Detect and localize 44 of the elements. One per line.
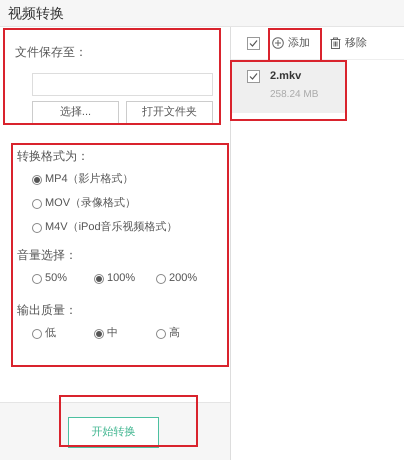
option-label: 200% — [169, 271, 198, 286]
radio-option[interactable]: 高 — [156, 325, 218, 342]
radio-option[interactable]: MP4（影片格式） — [32, 171, 230, 188]
radio-button[interactable] — [32, 222, 42, 232]
option-label: MP4（影片格式） — [45, 172, 134, 188]
option-label: M4V（iPod音乐视频格式） — [45, 220, 178, 236]
radio-button[interactable] — [32, 328, 42, 338]
button[interactable]: 选择... — [32, 101, 119, 124]
option-label: 高 — [169, 326, 180, 342]
add-button[interactable]: 添加 — [272, 34, 310, 52]
path-field[interactable] — [32, 73, 213, 96]
option-label: 100% — [107, 271, 136, 286]
option-label: 低 — [45, 326, 56, 342]
radio-option[interactable]: M4V（iPod音乐视频格式） — [32, 219, 230, 236]
plus-icon — [272, 37, 284, 49]
option-label: 中 — [107, 326, 118, 342]
radio-option[interactable]: MOV（录像格式） — [32, 195, 230, 212]
radio-option[interactable]: 低 — [32, 325, 94, 342]
radio-option[interactable]: 100% — [94, 270, 156, 287]
field-label: 文件保存至： — [15, 44, 88, 61]
radio-option[interactable]: 中 — [94, 325, 156, 342]
group-label: 转换格式为： — [17, 148, 90, 165]
file-name: 2.mkv — [270, 70, 302, 83]
radio-option[interactable]: 50% — [32, 270, 94, 287]
group-label: 输出质量： — [17, 302, 78, 319]
radio-button[interactable] — [32, 274, 42, 284]
group-label: 音量选择： — [17, 247, 78, 264]
file-size: 258.24 MB — [270, 89, 318, 101]
remove-button[interactable]: 移除 — [330, 34, 367, 52]
option-label: MOV（录像格式） — [45, 196, 136, 212]
radio-button[interactable] — [32, 174, 42, 184]
checkbox[interactable] — [247, 36, 260, 50]
option-label: 50% — [45, 271, 68, 286]
radio-button[interactable] — [94, 328, 104, 338]
trash-icon — [330, 37, 341, 49]
file-item[interactable]: 2.mkv 258.24 MB — [231, 60, 345, 113]
window-title: 视频转换 — [8, 4, 64, 22]
radio-button[interactable] — [156, 328, 166, 338]
radio-option[interactable]: 200% — [156, 270, 218, 287]
checkbox[interactable] — [247, 70, 260, 83]
radio-button[interactable] — [94, 274, 104, 284]
radio-button[interactable] — [32, 198, 42, 208]
button[interactable]: 打开文件夹 — [126, 101, 213, 124]
radio-button[interactable] — [156, 274, 166, 284]
